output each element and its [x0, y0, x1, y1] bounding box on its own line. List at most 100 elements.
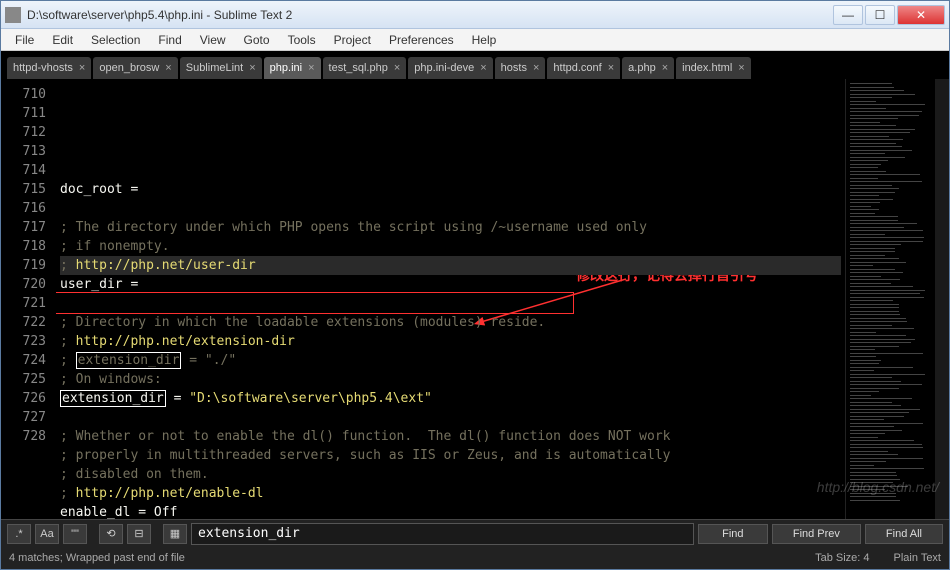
code-line[interactable] [60, 408, 841, 427]
code-line[interactable]: ; http://php.net/extension-dir [60, 332, 841, 351]
minimap[interactable] [845, 79, 935, 519]
menu-edit[interactable]: Edit [44, 31, 81, 49]
minimap-line [850, 216, 898, 217]
line-number: 717 [5, 218, 46, 237]
minimap-line [850, 321, 907, 322]
close-icon[interactable]: × [165, 62, 171, 74]
window-controls: — ☐ ✕ [833, 5, 945, 25]
minimap-line [850, 374, 925, 375]
minimap-line [850, 181, 922, 182]
tab-index-html[interactable]: index.html× [676, 57, 751, 79]
minimap-line [850, 475, 897, 476]
minimap-line [850, 360, 881, 361]
find-insel-toggle[interactable]: ⊟ [127, 524, 151, 544]
minimap-line [850, 314, 900, 315]
code-editor[interactable]: 修改这行，记得去掉行首引号 doc_root =; The directory … [56, 79, 845, 519]
close-icon[interactable]: × [308, 62, 314, 74]
vertical-scrollbar[interactable] [935, 79, 949, 519]
find-case-toggle[interactable]: Aa [35, 524, 59, 544]
tab-httpd-conf[interactable]: httpd.conf× [547, 57, 620, 79]
menu-project[interactable]: Project [326, 31, 379, 49]
code-line[interactable]: ; extension_dir = "./" [60, 351, 841, 370]
close-icon[interactable]: × [79, 62, 85, 74]
minimap-line [850, 307, 899, 308]
close-icon[interactable]: × [608, 62, 614, 74]
minimap-line [850, 83, 892, 84]
menu-tools[interactable]: Tools [280, 31, 324, 49]
status-syntax[interactable]: Plain Text [894, 552, 942, 564]
minimize-button[interactable]: — [833, 5, 863, 25]
close-icon[interactable]: × [480, 62, 486, 74]
minimap-line [850, 349, 875, 350]
find-highlight-toggle[interactable]: ▦ [163, 524, 187, 544]
status-tab-size[interactable]: Tab Size: 4 [815, 552, 869, 564]
code-line[interactable] [60, 199, 841, 218]
tab-httpd-vhosts[interactable]: httpd-vhosts× [7, 57, 91, 79]
find-bar: .* Aa "" ⟲ ⊟ ▦ Find Find Prev Find All [1, 519, 949, 547]
line-number: 719 [5, 256, 46, 275]
code-line[interactable]: ; disabled on them. [60, 465, 841, 484]
tab-label: php.ini [270, 62, 302, 74]
tab-php-ini-deve[interactable]: php.ini-deve× [408, 57, 492, 79]
find-regex-toggle[interactable]: .* [7, 524, 31, 544]
line-number: 714 [5, 161, 46, 180]
minimap-line [850, 496, 896, 497]
code-line[interactable]: ; Whether or not to enable the dl() func… [60, 427, 841, 446]
close-button[interactable]: ✕ [897, 5, 945, 25]
minimap-line [850, 220, 898, 221]
statusbar: 4 matches; Wrapped past end of file Tab … [1, 547, 949, 569]
menu-help[interactable]: Help [464, 31, 505, 49]
menu-file[interactable]: File [7, 31, 42, 49]
minimap-line [850, 465, 874, 466]
maximize-button[interactable]: ☐ [865, 5, 895, 25]
tab-a-php[interactable]: a.php× [622, 57, 674, 79]
minimap-line [850, 272, 903, 273]
tab-test-sql-php[interactable]: test_sql.php× [323, 57, 407, 79]
close-icon[interactable]: × [394, 62, 400, 74]
close-icon[interactable]: × [249, 62, 255, 74]
menu-find[interactable]: Find [150, 31, 189, 49]
code-line[interactable]: ; http://php.net/enable-dl [60, 484, 841, 503]
close-icon[interactable]: × [533, 62, 539, 74]
minimap-line [850, 447, 923, 448]
find-input[interactable] [191, 523, 694, 545]
code-line[interactable] [60, 294, 841, 313]
close-icon[interactable]: × [738, 62, 744, 74]
minimap-line [850, 293, 920, 294]
menu-goto[interactable]: Goto [236, 31, 278, 49]
close-icon[interactable]: × [662, 62, 668, 74]
line-number: 713 [5, 142, 46, 161]
minimap-line [850, 500, 900, 501]
editor-area: httpd-vhosts×open_brosw×SublimeLint×php.… [1, 51, 949, 569]
tab-hosts[interactable]: hosts× [495, 57, 546, 79]
minimap-line [850, 335, 906, 336]
minimap-line [850, 108, 886, 109]
code-line[interactable]: doc_root = [60, 180, 841, 199]
find-button[interactable]: Find [698, 524, 768, 544]
code-line[interactable]: ; http://php.net/user-dir [60, 256, 841, 275]
find-all-button[interactable]: Find All [865, 524, 943, 544]
code-line[interactable]: ; On windows: [60, 370, 841, 389]
minimap-line [850, 482, 893, 483]
tab-php-ini[interactable]: php.ini × [264, 57, 321, 79]
minimap-line [850, 104, 925, 105]
find-whole-toggle[interactable]: "" [63, 524, 87, 544]
tab-sublimelint[interactable]: SublimeLint× [180, 57, 262, 79]
code-line[interactable]: ; properly in multithreaded servers, suc… [60, 446, 841, 465]
find-wrap-toggle[interactable]: ⟲ [99, 524, 123, 544]
code-line[interactable]: enable_dl = Off [60, 503, 841, 519]
minimap-line [850, 346, 899, 347]
code-line[interactable]: extension_dir = "D:\software\server\php5… [60, 389, 841, 408]
code-line[interactable]: ; The directory under which PHP opens th… [60, 218, 841, 237]
code-line[interactable]: user_dir = [60, 275, 841, 294]
find-prev-button[interactable]: Find Prev [772, 524, 861, 544]
menu-view[interactable]: View [192, 31, 234, 49]
tab-open-brosw[interactable]: open_brosw× [93, 57, 177, 79]
code-line[interactable]: ; Directory in which the loadable extens… [60, 313, 841, 332]
minimap-line [850, 241, 923, 242]
minimap-line [850, 300, 893, 301]
code-line[interactable]: ; if nonempty. [60, 237, 841, 256]
titlebar[interactable]: D:\software\server\php5.4\php.ini - Subl… [1, 1, 949, 29]
menu-selection[interactable]: Selection [83, 31, 148, 49]
menu-preferences[interactable]: Preferences [381, 31, 462, 49]
